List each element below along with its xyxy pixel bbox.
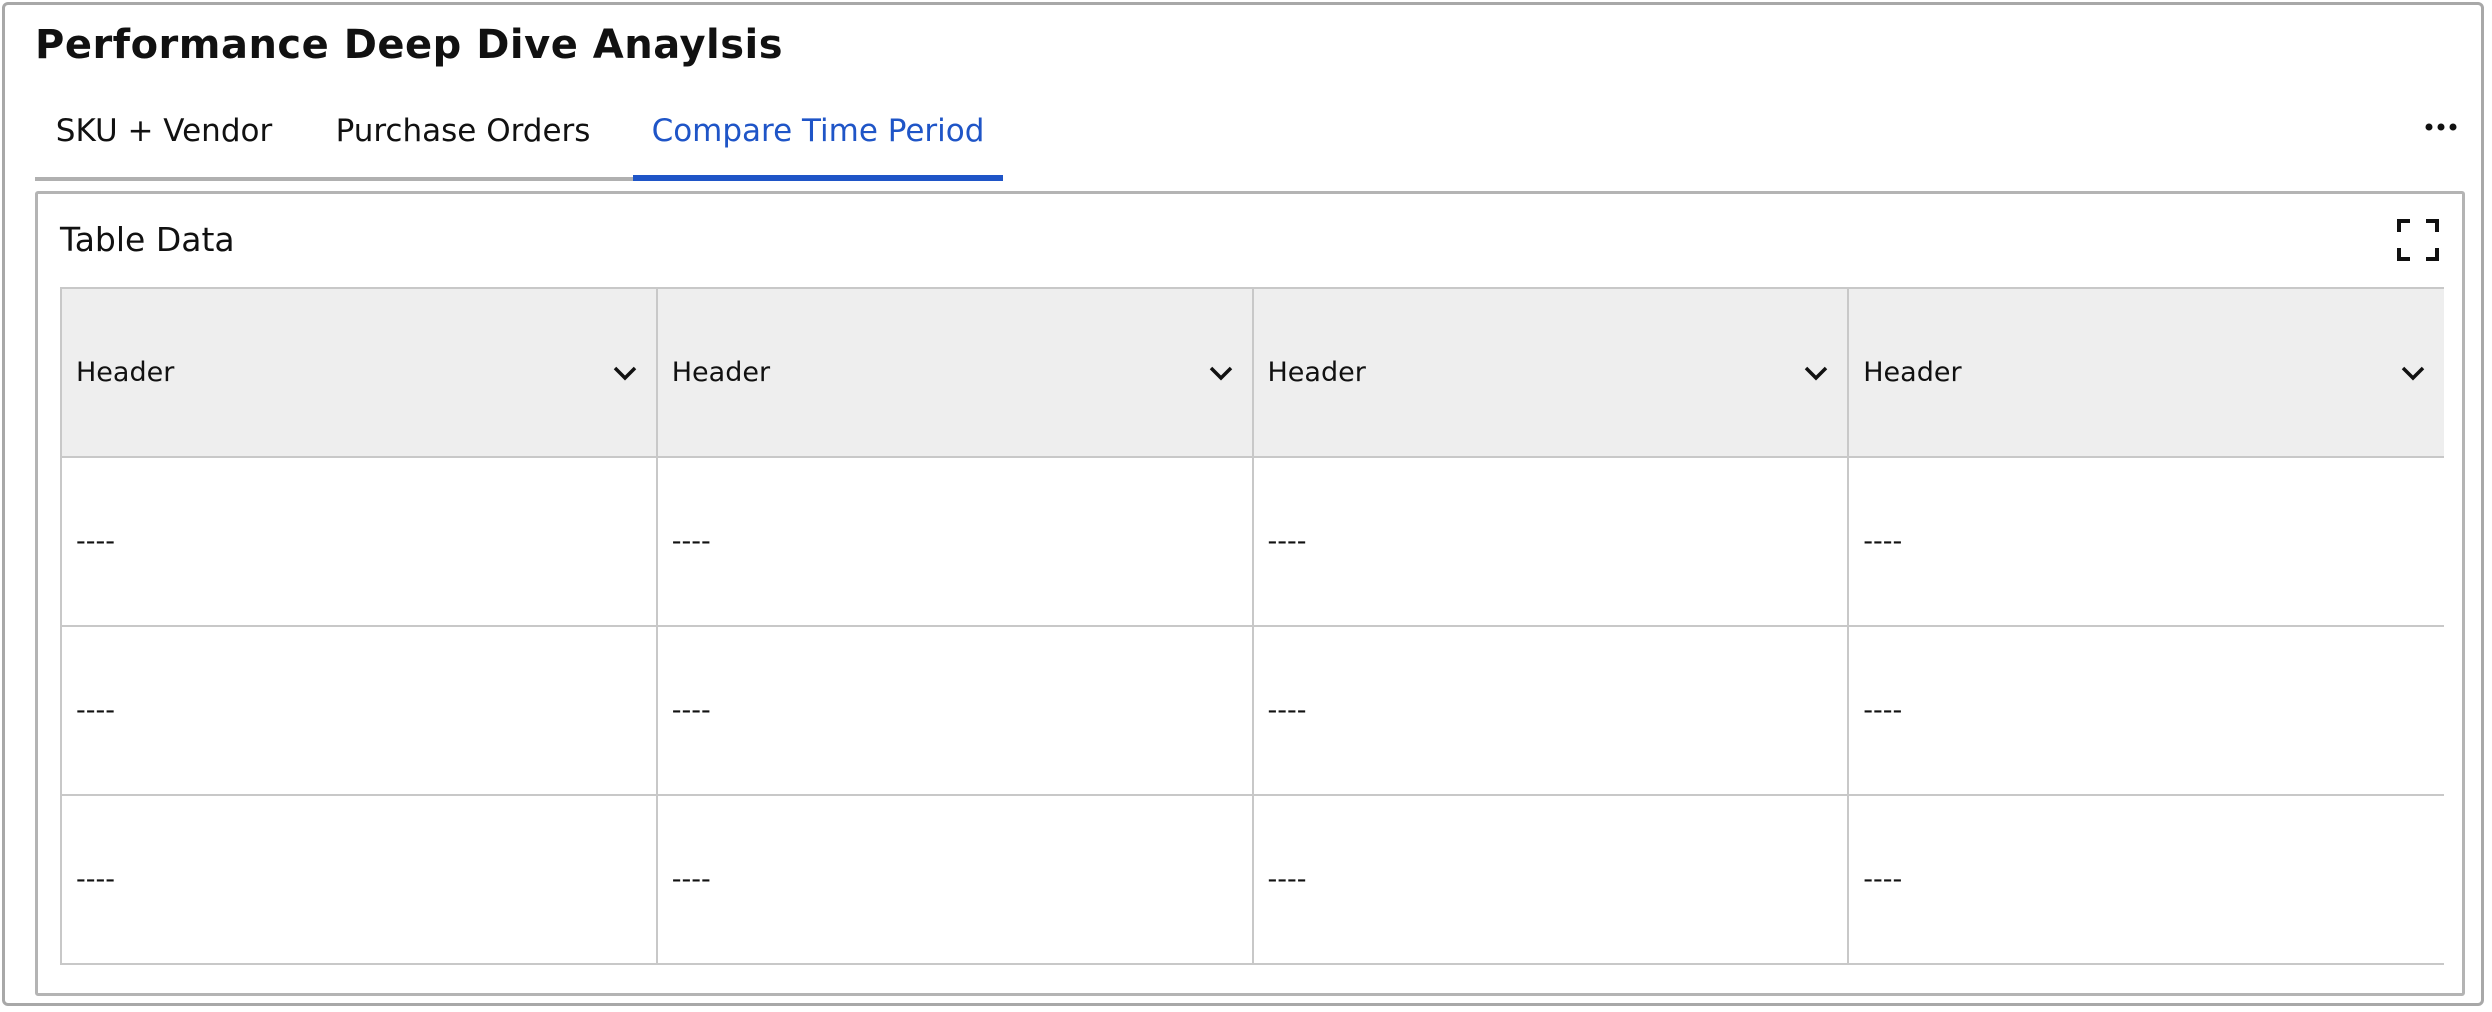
column-header[interactable]: Header <box>1847 287 2444 458</box>
chevron-down-icon[interactable] <box>1208 364 1234 382</box>
card-title: Table Data <box>60 220 235 259</box>
table-cell: ---- <box>1847 625 2444 796</box>
table-cell: ---- <box>1251 456 1850 627</box>
dashboard-panel: Performance Deep Dive Anaylsis SKU + Ven… <box>2 2 2484 1006</box>
table-row: ---- ---- ---- ---- <box>60 456 2444 627</box>
table-cell: ---- <box>655 456 1254 627</box>
column-header-label: Header <box>671 357 771 388</box>
table-cell: ---- <box>655 625 1254 796</box>
table-cell: ---- <box>60 456 658 627</box>
table-row: ---- ---- ---- ---- <box>60 794 2444 965</box>
fullscreen-expand-icon[interactable] <box>2396 218 2440 262</box>
table-cell: ---- <box>655 794 1254 965</box>
chevron-down-icon[interactable] <box>2400 364 2426 382</box>
tab-purchase-orders[interactable]: Purchase Orders <box>293 101 633 177</box>
tab-compare-time-period[interactable]: Compare Time Period <box>633 101 1003 181</box>
column-header-label: Header <box>76 357 175 388</box>
column-header[interactable]: Header <box>60 287 658 458</box>
table-cell: ---- <box>1847 456 2444 627</box>
column-header[interactable]: Header <box>655 287 1254 458</box>
table-row: ---- ---- ---- ---- <box>60 625 2444 796</box>
column-header[interactable]: Header <box>1251 287 1850 458</box>
page-title: Performance Deep Dive Anaylsis <box>35 22 784 68</box>
chevron-down-icon[interactable] <box>1803 364 1829 382</box>
table-cell: ---- <box>1251 794 1850 965</box>
column-header-label: Header <box>1267 357 1366 388</box>
table-data-card: Table Data Header Header Header Header -… <box>35 191 2465 996</box>
table-cell: ---- <box>60 794 658 965</box>
tab-bar: SKU + Vendor Purchase Orders Compare Tim… <box>35 101 1003 181</box>
column-header-label: Header <box>1863 357 1962 388</box>
table-header-row: Header Header Header Header <box>60 287 2444 458</box>
table-cell: ---- <box>1251 625 1850 796</box>
more-horizontal-icon[interactable] <box>2423 113 2459 141</box>
table-cell: ---- <box>60 625 658 796</box>
data-table: Header Header Header Header ---- ---- --… <box>60 287 2444 965</box>
table-cell: ---- <box>1847 794 2444 965</box>
tab-sku-vendor[interactable]: SKU + Vendor <box>35 101 293 177</box>
chevron-down-icon[interactable] <box>612 364 638 382</box>
